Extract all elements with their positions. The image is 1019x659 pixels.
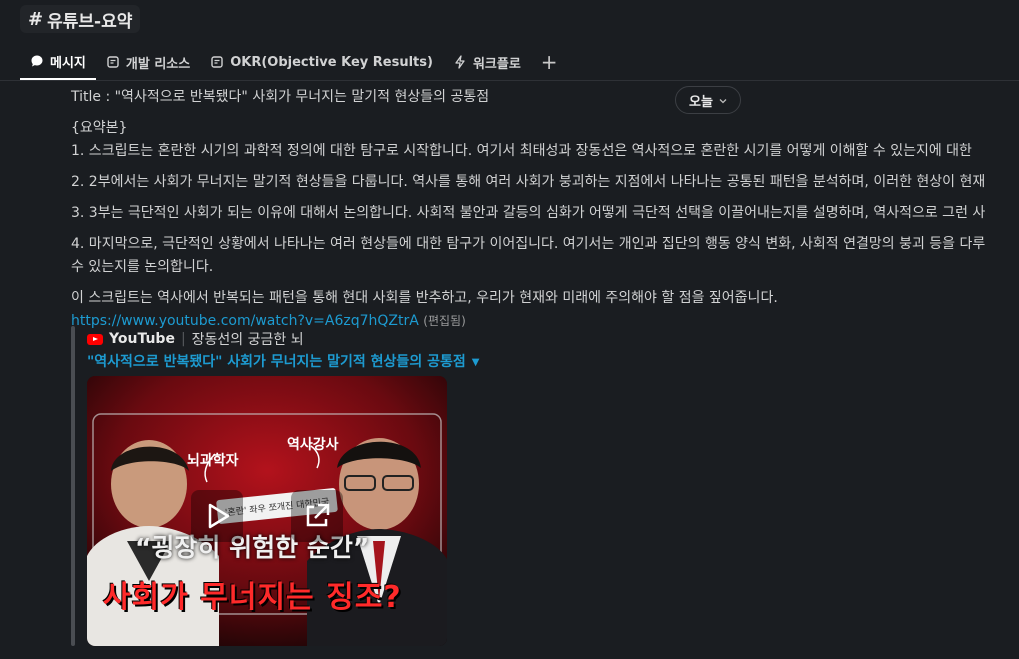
summary-point-2: 2. 2부에서는 사회가 무너지는 말기적 현상들을 다룹니다. 역사를 통해 … [71, 174, 986, 190]
tab-label: 메시지 [50, 55, 86, 71]
add-tab-button[interactable]: + [531, 44, 568, 80]
open-external-button[interactable] [291, 490, 343, 542]
summary-point-3: 3. 3부는 극단적인 사회가 되는 이유에 대해서 논의합니다. 사회적 불안… [71, 205, 986, 221]
link-unfurl: YouTube | 장동선의 궁금한 뇌 "역사적으로 반복됐다" 사회가 무너… [71, 326, 671, 648]
tab-bar: 메시지 개발 리소스 OKR(Objective Key Results) 워크… [20, 44, 1019, 80]
tab-dev-resources[interactable]: 개발 리소스 [96, 44, 200, 80]
summary-header: {요약본} [71, 120, 128, 136]
channel-header: # 유튜브-요약 [0, 0, 1019, 40]
service-name: YouTube [109, 331, 175, 347]
channel-author[interactable]: 장동선의 궁금한 뇌 [192, 329, 304, 349]
workflow-icon [453, 55, 467, 69]
youtube-icon [87, 333, 103, 345]
summary-point-4-cont: 수 있는지를 논의합니다. [71, 259, 214, 275]
channel-name: 유튜브-요약 [47, 11, 133, 32]
tab-label: 워크플로 [472, 56, 521, 72]
canvas-icon [210, 55, 224, 69]
tab-okr[interactable]: OKR(Objective Key Results) [200, 44, 443, 80]
message-body: Title : "역사적으로 반복됐다" 사회가 무너지는 말기적 현상들의 공… [71, 86, 1019, 333]
hash-icon: # [28, 8, 44, 30]
video-thumbnail[interactable]: '혼란' 좌우 쪼개진 대한민국 뇌과학자 역사강사 “굉장히 위험한 순간” … [87, 376, 447, 646]
separator: | [180, 331, 186, 347]
tab-label: OKR(Objective Key Results) [230, 54, 433, 70]
message-title: Title : "역사적으로 반복됐다" 사회가 무너지는 말기적 현상들의 공… [71, 89, 490, 105]
unfurl-source: YouTube | 장동선의 궁금한 뇌 [87, 329, 304, 349]
summary-closing: 이 스크립트는 역사에서 반복되는 패턴을 통해 현대 사회를 반추하고, 우리… [71, 290, 778, 306]
summary-point-1: 1. 스크립트는 혼란한 시기의 과학적 정의에 대한 탐구로 시작합니다. 여… [71, 143, 972, 159]
tab-label: 개발 리소스 [125, 56, 191, 72]
attachment-bar [71, 326, 75, 646]
thumbnail-headline: 사회가 무너지는 징조? [103, 580, 402, 615]
message-icon [30, 54, 44, 68]
external-link-icon [306, 503, 330, 527]
thumbnail-label-left: 뇌과학자 [187, 453, 239, 469]
video-title: "역사적으로 반복됐다" 사회가 무너지는 말기적 현상들의 공통점 [87, 354, 466, 370]
tab-workflow[interactable]: 워크플로 [443, 44, 531, 80]
header-divider [0, 80, 1019, 81]
caret-down-icon: ▼ [471, 356, 480, 368]
tab-messages[interactable]: 메시지 [20, 44, 96, 80]
canvas-icon [106, 55, 120, 69]
summary-point-4: 4. 마지막으로, 극단적인 상황에서 나타나는 여러 현상들에 대한 탐구가 … [71, 236, 986, 252]
thumbnail-label-right: 역사강사 [287, 437, 339, 453]
play-button[interactable] [191, 490, 243, 542]
channel-name-button[interactable]: # 유튜브-요약 [20, 5, 141, 33]
play-icon [208, 503, 230, 529]
video-title-link[interactable]: "역사적으로 반복됐다" 사회가 무너지는 말기적 현상들의 공통점 ▼ [87, 351, 479, 371]
